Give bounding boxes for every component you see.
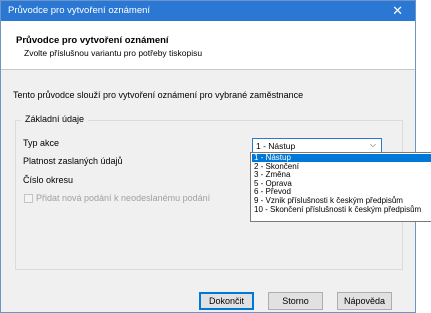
window-title: Průvodce pro vytvoření oznámení [8,5,151,16]
validity-label: Platnost zaslaných údajů [23,156,123,166]
header-title: Průvodce pro vytvoření oznámení [16,35,169,46]
finish-button[interactable]: Dokončit [199,292,254,310]
header-subtitle: Zvolte příslušnou variantu pro potřeby t… [24,48,203,58]
chevron-down-icon[interactable]: ⌵ [370,140,376,150]
action-type-label: Typ akce [23,138,60,148]
add-submissions-checkbox[interactable] [24,194,33,203]
dropdown-option[interactable]: 10 - Skončení příslušnosti k českým před… [252,205,431,214]
action-type-value: 1 - Nástup [256,141,296,151]
add-submissions-label: Přidat nová podání k neodeslanému podání [36,193,211,203]
district-number-label: Číslo okresu [23,175,74,185]
help-button[interactable]: Nápověda [337,292,392,310]
close-icon[interactable]: ✕ [392,3,403,19]
group-legend: Základní údaje [21,114,89,124]
action-type-select[interactable]: 1 - Nástup ⌵ [252,138,382,153]
wizard-header: Průvodce pro vytvoření oznámení Zvolte p… [1,21,415,70]
title-bar[interactable]: Průvodce pro vytvoření oznámení ✕ [1,1,415,21]
action-type-dropdown: 1 - Nástup 2 - Skončení 3 - Změna 5 - Op… [250,152,431,222]
wizard-description: Tento průvodce slouží pro vytvoření ozná… [13,90,304,100]
cancel-button[interactable]: Storno [268,292,323,310]
